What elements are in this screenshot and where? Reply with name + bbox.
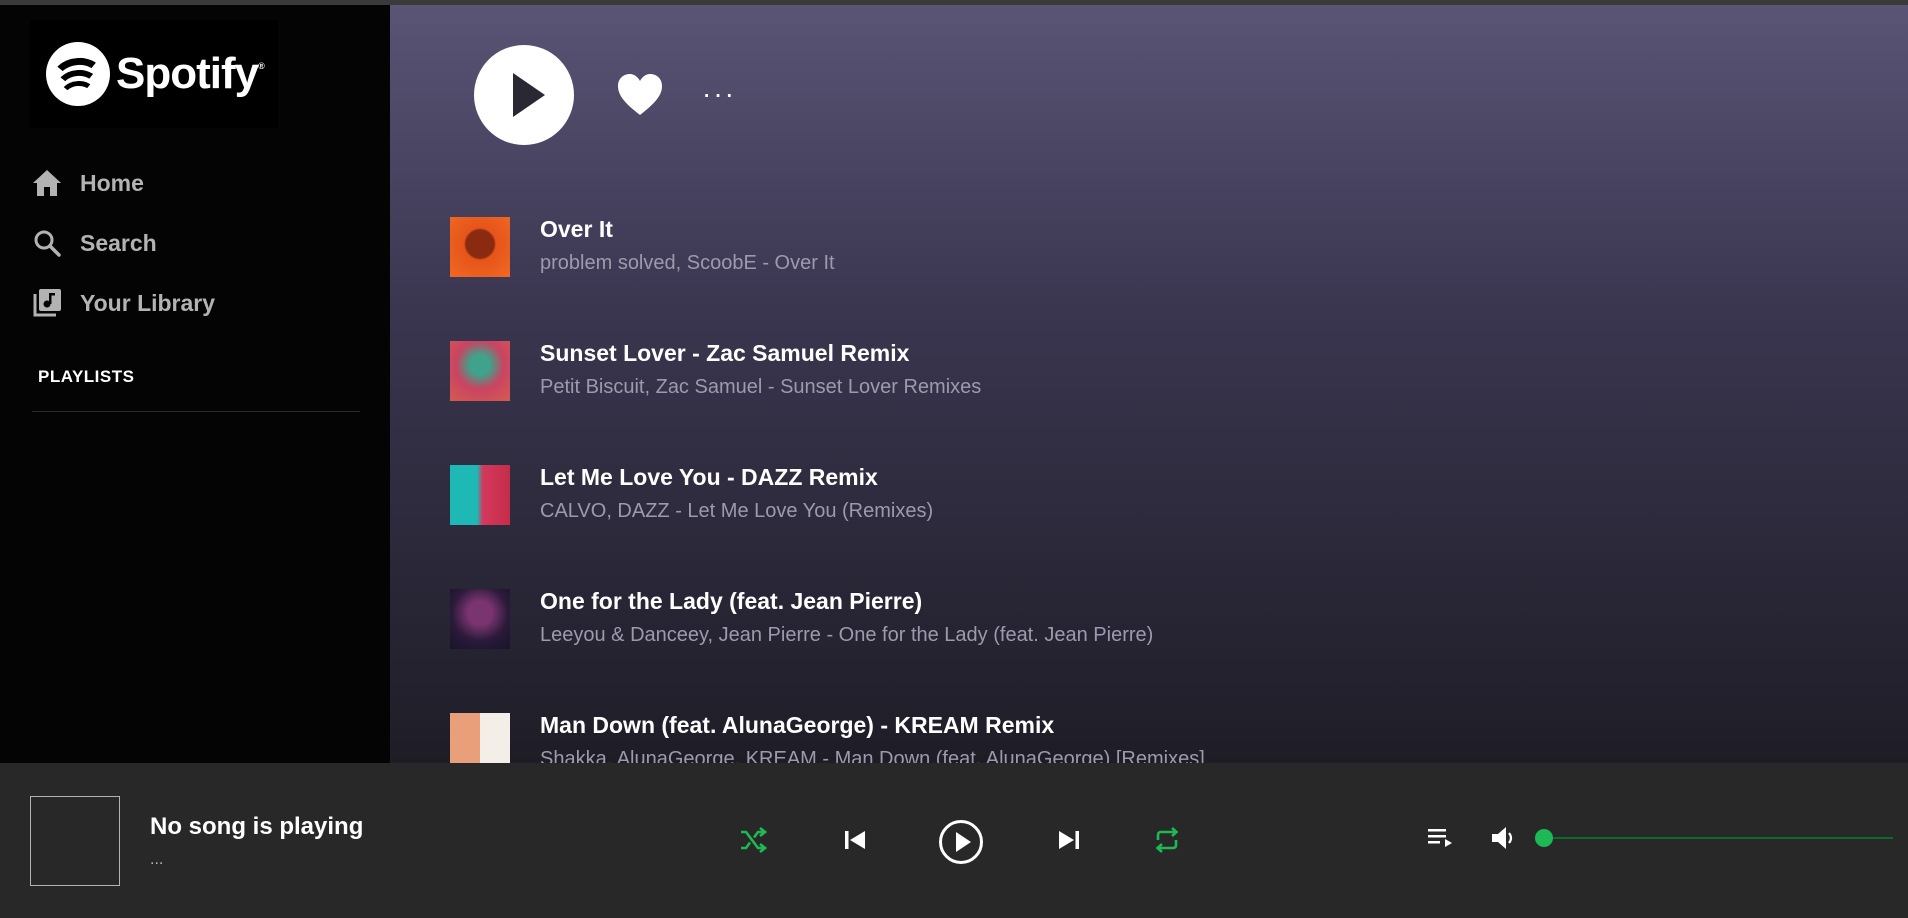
album-cover [450,341,510,401]
track-subtitle: CALVO, DAZZ - Let Me Love You (Remixes) [540,500,934,522]
next-icon[interactable] [1056,827,1082,853]
more-options-button[interactable]: ··· [702,80,736,108]
home-icon [30,166,64,200]
track-row[interactable]: Sunset Lover - Zac Samuel Remix Petit Bi… [450,339,1850,463]
previous-icon[interactable] [842,827,868,853]
sidebar-item-library[interactable]: Your Library [30,273,360,333]
play-icon[interactable] [938,819,984,865]
track-row[interactable]: Let Me Love You - DAZZ Remix CALVO, DAZZ… [450,463,1850,587]
track-title: Man Down (feat. AlunaGeorge) - KREAM Rem… [540,712,1055,738]
track-title: One for the Lady (feat. Jean Pierre) [540,588,923,614]
track-subtitle: problem solved, ScoobE - Over It [540,252,835,274]
track-row[interactable]: One for the Lady (feat. Jean Pierre) Lee… [450,587,1850,711]
track-subtitle: Petit Biscuit, Zac Samuel - Sunset Lover… [540,376,982,398]
search-icon [30,226,64,260]
track-list: Over It problem solved, ScoobE - Over It… [450,215,1850,763]
player-bar: No song is playing ... [0,763,1908,918]
album-cover [450,465,510,525]
track-title: Sunset Lover - Zac Samuel Remix [540,340,910,366]
sidebar-divider [32,411,360,412]
queue-icon[interactable] [1426,823,1456,853]
main-content: ··· Over It problem solved, ScoobE - Ove… [390,5,1908,763]
sidebar-item-search[interactable]: Search [30,213,360,273]
shuffle-icon[interactable] [738,825,768,855]
track-title: Over It [540,216,613,242]
volume-slider-handle[interactable] [1535,829,1553,847]
sidebar-item-label: Search [80,229,157,256]
spotify-logo[interactable]: Spotify® [30,20,278,128]
album-cover [450,713,510,763]
sidebar: Spotify® Home Search Your Library PLAYLI… [0,5,390,763]
volume-slider-track[interactable] [1545,837,1893,839]
album-cover [450,217,510,277]
now-playing-subtitle: ... [150,851,164,868]
sidebar-item-label: Home [80,169,144,196]
album-cover [450,589,510,649]
repeat-icon[interactable] [1152,825,1182,855]
volume-icon[interactable] [1488,823,1518,853]
heart-icon[interactable] [616,73,664,122]
playlists-heading: PLAYLISTS [38,367,135,386]
sidebar-item-home[interactable]: Home [30,153,360,213]
track-subtitle: Leeyou & Danceey, Jean Pierre - One for … [540,624,1154,646]
sidebar-nav: Home Search Your Library [30,153,360,333]
now-playing-cover [30,796,120,886]
track-row[interactable]: Man Down (feat. AlunaGeorge) - KREAM Rem… [450,711,1850,763]
track-row[interactable]: Over It problem solved, ScoobE - Over It [450,215,1850,339]
track-subtitle: Shakka, AlunaGeorge, KREAM - Man Down (f… [540,748,1205,763]
spotify-logo-icon [46,42,110,106]
spotify-logo-text: Spotify® [116,49,265,98]
now-playing-title: No song is playing [150,813,364,840]
track-title: Let Me Love You - DAZZ Remix [540,464,878,490]
play-button[interactable] [474,45,574,145]
sidebar-item-label: Your Library [80,289,216,316]
library-icon [30,286,64,320]
